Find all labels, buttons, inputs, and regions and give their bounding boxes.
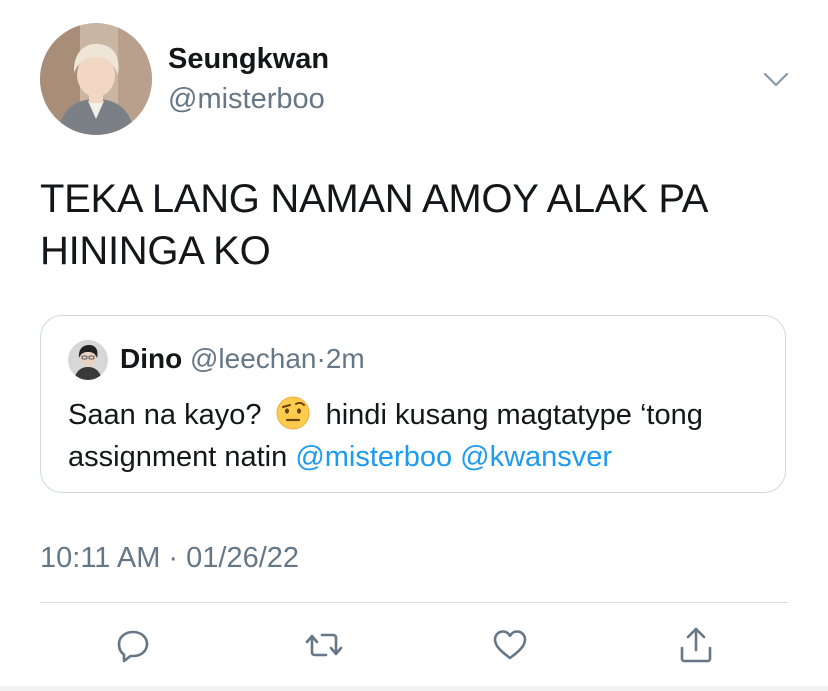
bottom-edge — [0, 686, 828, 691]
quoted-author-avatar — [68, 340, 108, 380]
quoted-tweet-text: Saan na kayo? hindi kusang magtatype ‘to… — [68, 394, 778, 478]
author-display-name[interactable]: Seungkwan — [168, 42, 329, 76]
quoted-text-before-emoji: Saan na kayo? — [68, 399, 262, 431]
quoted-author-handle: @leechan — [190, 343, 317, 374]
retweet-button[interactable] — [302, 625, 346, 669]
like-button[interactable] — [488, 625, 532, 669]
tweet-text: TEKA LANG NAMAN AMOY ALAK PA HININGA KO — [40, 177, 706, 273]
quoted-tweet-header: Dino @leechan·2m — [120, 342, 365, 376]
author-handle[interactable]: @misterboo — [168, 82, 325, 116]
chevron-down-icon[interactable] — [760, 68, 792, 90]
quoted-author-name: Dino — [120, 343, 183, 374]
tweet-timestamp[interactable]: 10:11 AM · 01/26/22 — [40, 540, 299, 576]
share-button[interactable] — [674, 625, 718, 669]
mention-link[interactable]: @misterboo — [295, 441, 452, 473]
share-icon — [676, 625, 716, 670]
retweet-icon — [304, 625, 344, 670]
like-icon — [490, 625, 530, 670]
reply-button[interactable] — [111, 625, 155, 669]
quoted-tweet-time: 2m — [325, 343, 365, 374]
mention-link[interactable]: @kwansver — [460, 441, 612, 473]
author-avatar[interactable] — [40, 23, 152, 135]
raised-eyebrow-emoji-icon — [276, 396, 310, 430]
reply-icon — [113, 625, 153, 670]
quoted-separator: · — [316, 343, 326, 374]
quoted-tweet-card[interactable]: Dino @leechan·2m Saan na kayo? hindi kus… — [40, 315, 786, 493]
divider — [40, 602, 788, 603]
